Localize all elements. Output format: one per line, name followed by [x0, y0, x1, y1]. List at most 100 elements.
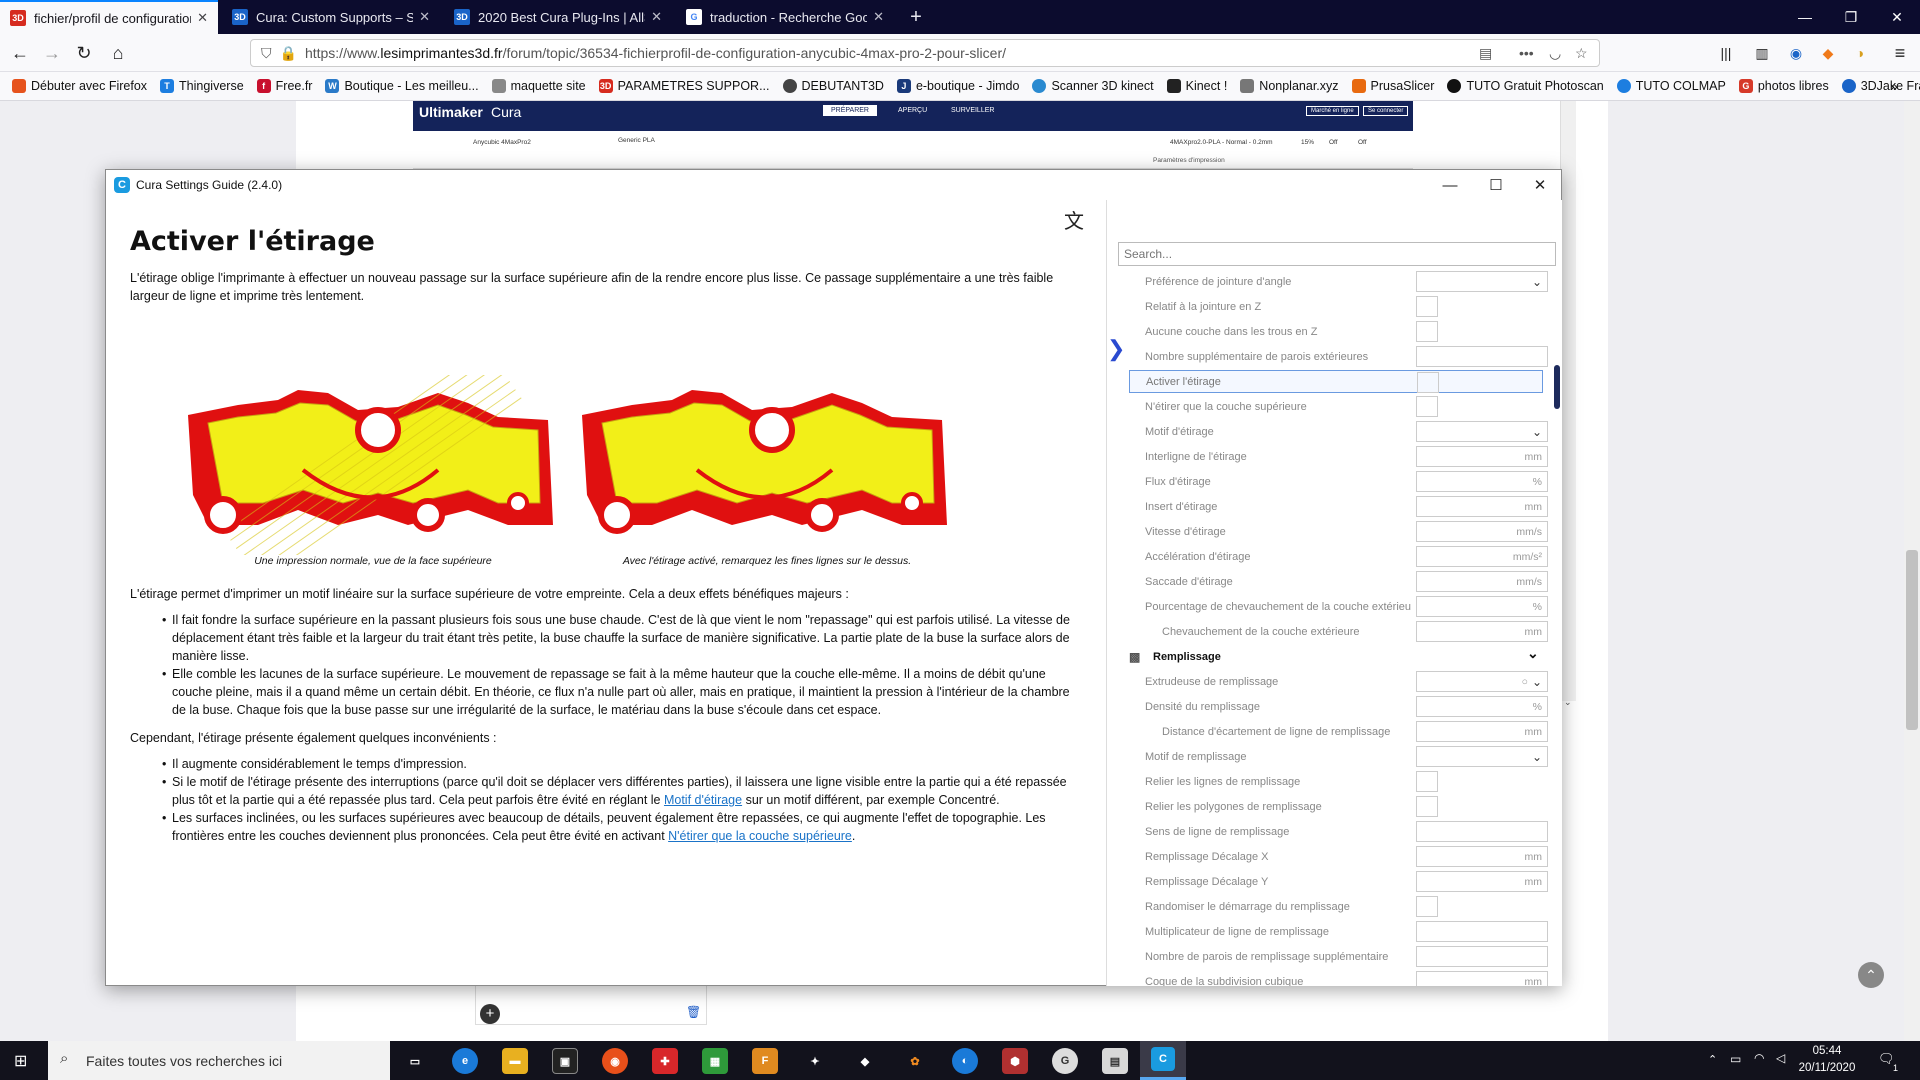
calculator-icon[interactable]: ▤ [1102, 1048, 1128, 1074]
file-explorer-icon[interactable]: ▬ [502, 1048, 528, 1074]
setting-row[interactable]: Chevauchement de la couche extérieure mm [1129, 620, 1548, 643]
edge-icon[interactable]: e [452, 1048, 478, 1074]
bookmark-item[interactable]: TUTO COLMAP [1616, 79, 1726, 93]
setting-input[interactable]: % [1416, 696, 1548, 717]
wifi-icon[interactable]: ◠ [1754, 1051, 1764, 1065]
minimize-dialog-icon[interactable]: — [1427, 170, 1473, 200]
home-button[interactable]: ⌂ [104, 40, 132, 66]
app-red-icon[interactable]: ✚ [652, 1048, 678, 1074]
bookmark-item[interactable]: W Boutique - Les meilleu... [325, 79, 479, 93]
url-bar[interactable]: ⛉ 🔒 https://www. lesimprimantes3d.fr/foru… [250, 39, 1600, 67]
tab-lesimprimantes3d[interactable]: 3D fichier/profil de configuration A ✕ [0, 0, 218, 34]
close-tab-icon[interactable]: ✕ [197, 10, 208, 26]
setting-row[interactable]: Remplissage Décalage Y mm [1129, 870, 1548, 893]
reader-view-icon[interactable]: ▤ [1479, 45, 1492, 62]
firefox-icon[interactable]: ◉ [602, 1048, 628, 1074]
setting-row[interactable]: Motif de remplissage ⌄ [1129, 745, 1548, 768]
setting-checkbox[interactable] [1416, 896, 1438, 917]
app-gray-icon[interactable]: G [1052, 1048, 1078, 1074]
setting-row[interactable]: Aucune couche dans les trous en Z [1129, 320, 1543, 343]
setting-input[interactable]: mm/s² [1416, 546, 1548, 567]
more-bookmarks-icon[interactable]: » [1890, 78, 1898, 94]
app-blue-icon[interactable]: ◐ [952, 1048, 978, 1074]
bookmark-item[interactable]: Kinect ! [1166, 79, 1227, 93]
setting-checkbox[interactable] [1416, 771, 1438, 792]
setting-row[interactable]: Densité du remplissage% [1129, 695, 1548, 718]
setting-input[interactable]: mm/s [1416, 571, 1548, 592]
back-button[interactable]: ← [6, 40, 34, 66]
setting-dropdown[interactable]: ⌄ [1416, 746, 1548, 767]
scroll-top-button[interactable]: ⌃ [1858, 962, 1884, 988]
sidebar-icon[interactable]: ▥ [1748, 40, 1776, 66]
setting-checkbox[interactable] [1416, 396, 1438, 417]
extension-icon[interactable]: ◆ [1814, 40, 1842, 66]
setting-row[interactable]: Remplissage Décalage X mm [1129, 845, 1548, 868]
restore-window-icon[interactable]: ❐ [1828, 0, 1874, 34]
bookmark-item[interactable]: T Thingiverse [160, 79, 244, 93]
setting-row[interactable]: Insert d'étirage mm [1129, 495, 1548, 518]
cura-taskbar-icon[interactable]: C [1140, 1041, 1186, 1080]
setting-row[interactable]: Activer l'étirage [1129, 370, 1543, 393]
setting-row[interactable]: N'étirer que la couche supérieure [1129, 395, 1543, 418]
windows-start-icon[interactable]: ⊞ [14, 1051, 32, 1070]
meshmixer-icon[interactable]: ⬢ [1002, 1048, 1028, 1074]
setting-checkbox[interactable] [1417, 372, 1439, 393]
setting-row[interactable]: Sens de ligne de remplissage [1129, 820, 1548, 843]
menu-icon[interactable]: ≡ [1886, 40, 1914, 66]
setting-checkbox[interactable] [1416, 796, 1438, 817]
setting-input[interactable]: mm [1416, 496, 1548, 517]
pocket-icon[interactable]: ◡ [1549, 45, 1561, 62]
setting-input[interactable] [1416, 946, 1548, 967]
bookmark-item[interactable]: Scanner 3D kinect [1032, 79, 1154, 93]
close-tab-icon[interactable]: ✕ [651, 9, 662, 25]
bookmark-item[interactable]: 3D PARAMETRES SUPPOR... [598, 79, 770, 93]
reload-button[interactable]: ↻ [70, 40, 98, 66]
setting-dropdown[interactable]: ⌄ [1416, 271, 1548, 292]
tab-cura-plugins[interactable]: 3D 2020 Best Cura Plug-Ins | All3D ✕ [444, 0, 672, 34]
setting-row[interactable]: Pourcentage de chevauchement de la couch… [1129, 595, 1548, 618]
library-icon[interactable]: ||| [1712, 40, 1740, 66]
chevron-down-icon[interactable]: ⌄ [1527, 645, 1539, 662]
link-etirer-couche-superieure[interactable]: N'étirer que la couche supérieure [668, 829, 852, 843]
setting-input[interactable] [1416, 821, 1548, 842]
setting-dropdown[interactable]: ⌄ [1416, 421, 1548, 442]
tab-google-traduction[interactable]: G traduction - Recherche Google ✕ [676, 0, 894, 34]
extension2-icon[interactable]: ◑ [1846, 40, 1874, 66]
setting-row[interactable]: Randomiser le démarrage du remplissage [1129, 895, 1543, 918]
setting-input[interactable]: mm [1416, 721, 1548, 742]
taskbar-clock[interactable]: 05:44 20/11/2020 [1792, 1043, 1862, 1077]
setting-row[interactable]: Relier les lignes de remplissage [1129, 770, 1543, 793]
setting-dropdown[interactable]: ○ ⌄ [1416, 671, 1548, 692]
setting-row[interactable]: Multiplicateur de ligne de remplissage [1129, 920, 1548, 943]
fusion-icon[interactable]: F [752, 1048, 778, 1074]
setting-input[interactable]: mm/s [1416, 521, 1548, 542]
setting-input[interactable]: mm [1416, 446, 1548, 467]
bookmark-item[interactable]: PrusaSlicer [1351, 79, 1434, 93]
setting-row[interactable]: Préférence de jointure d'angle ⌄ [1129, 270, 1548, 293]
bookmark-item[interactable]: Débuter avec Firefox [12, 79, 147, 93]
minimize-window-icon[interactable]: — [1782, 0, 1828, 34]
maximize-dialog-icon[interactable]: ☐ [1473, 170, 1519, 200]
app-icon[interactable]: ✦ [802, 1048, 828, 1074]
bookmark-item[interactable]: TUTO Gratuit Photoscan [1447, 79, 1604, 93]
setting-input[interactable]: mm [1416, 971, 1548, 986]
setting-input[interactable] [1416, 921, 1548, 942]
setting-row[interactable]: Extrudeuse de remplissage ○ ⌄ [1129, 670, 1548, 693]
butterfly-icon[interactable]: ✿ [902, 1048, 928, 1074]
bookmark-item[interactable]: Gphotos libres [1738, 79, 1829, 93]
bookmark-item[interactable]: Je-boutique - Jimdo [896, 79, 1019, 93]
task-view-icon[interactable]: ▭ [402, 1048, 428, 1074]
setting-row[interactable]: Relatif à la jointure en Z [1129, 295, 1543, 318]
bookmark-item[interactable]: maquette site [491, 79, 586, 93]
settings-scrollbar-thumb[interactable] [1554, 365, 1560, 409]
taskbar-search-box[interactable]: ⌕ Faites toutes vos recherches ici [48, 1041, 390, 1080]
forward-button[interactable]: → [38, 40, 66, 66]
spreadsheet-icon[interactable]: ▦ [702, 1048, 728, 1074]
bookmark-item[interactable]: DEBUTANT3D [782, 79, 884, 93]
setting-input[interactable]: mm [1416, 621, 1548, 642]
account-icon[interactable]: ◉ [1782, 40, 1810, 66]
page-actions-icon[interactable]: ••• [1519, 45, 1534, 61]
close-tab-icon[interactable]: ✕ [419, 9, 430, 25]
bookmark-item[interactable]: f Free.fr [256, 79, 312, 93]
volume-icon[interactable]: ◁ [1776, 1051, 1785, 1065]
